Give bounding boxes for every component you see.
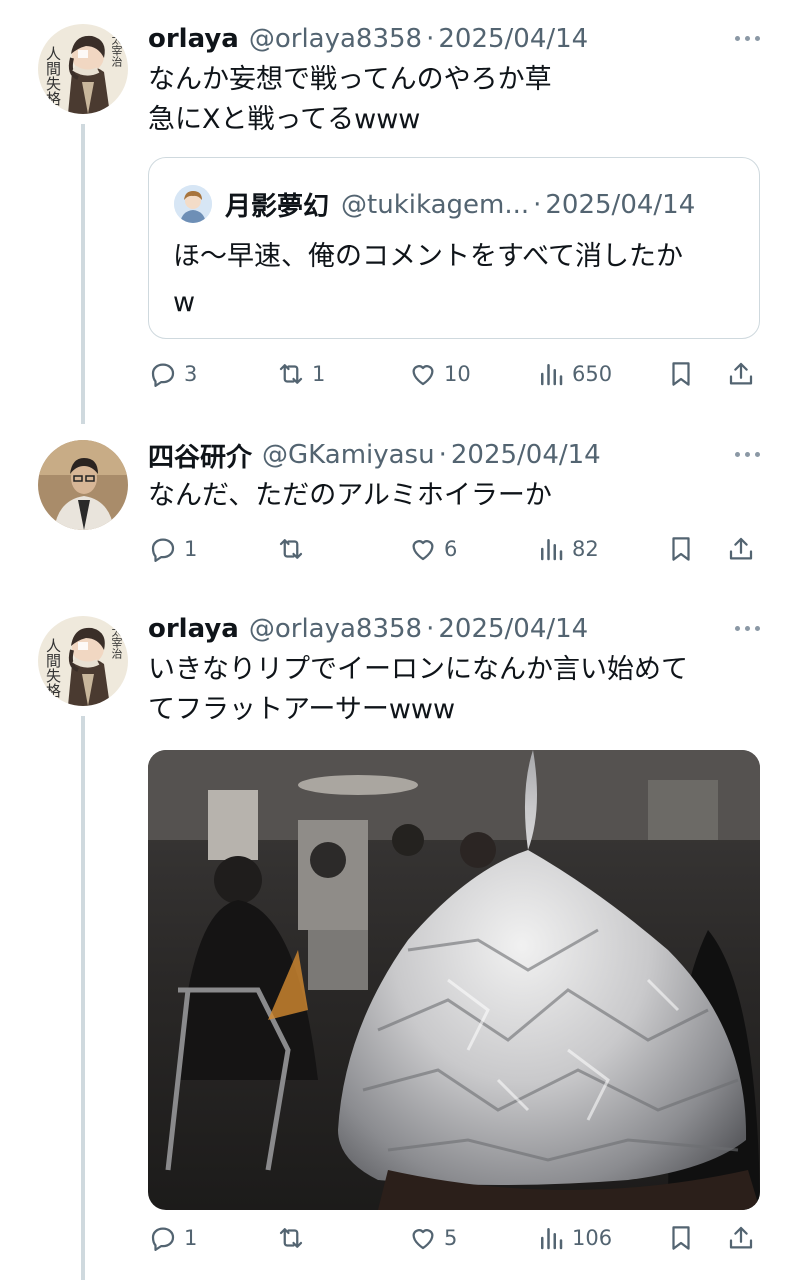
quoted-timestamp: 2025/04/14 bbox=[545, 189, 696, 220]
reply-count: 1 bbox=[184, 537, 198, 561]
share-icon bbox=[726, 359, 756, 389]
reply-count: 3 bbox=[184, 362, 198, 386]
tweet[interactable]: 人間失格 太宰治 orlaya @orlaya8358 · 2025/04/14… bbox=[0, 0, 802, 424]
avatar[interactable]: 人間失格 太宰治 bbox=[38, 24, 128, 114]
quoted-avatar bbox=[174, 185, 212, 223]
views-icon bbox=[536, 1223, 566, 1253]
action-bar: 1 5 106 bbox=[148, 1220, 768, 1256]
action-bar: 1 6 82 bbox=[148, 531, 768, 567]
tweet[interactable]: 四谷研介 @GKamiyasu · 2025/04/14 なんだ、ただのアルミホ… bbox=[0, 410, 802, 600]
separator: · bbox=[438, 440, 447, 470]
timestamp[interactable]: 2025/04/14 bbox=[438, 614, 588, 644]
tweet-header: orlaya @orlaya8358 · 2025/04/14 bbox=[148, 22, 588, 56]
foil-hat-photo bbox=[148, 750, 760, 1210]
thread-line bbox=[81, 716, 85, 1280]
bookmark-button[interactable] bbox=[666, 531, 696, 567]
tweet-text-line: なんか妄想で戦ってんのやろか草 bbox=[148, 64, 552, 95]
separator: · bbox=[426, 24, 435, 54]
tweet-text: なんだ、ただのアルミホイラーか bbox=[148, 476, 768, 516]
like-button[interactable]: 5 bbox=[408, 1220, 457, 1256]
views-button[interactable]: 82 bbox=[536, 531, 599, 567]
repost-icon bbox=[276, 359, 306, 389]
quoted-text-line: w bbox=[173, 287, 196, 318]
quoted-tweet[interactable]: 月影夢幻 @tukikagem... · 2025/04/14 ほ〜早速、俺のコ… bbox=[148, 157, 760, 339]
quoted-header: 月影夢幻 @tukikagem... · 2025/04/14 bbox=[225, 186, 695, 223]
display-name[interactable]: orlaya bbox=[148, 24, 239, 54]
repost-button[interactable]: 1 bbox=[276, 356, 325, 392]
handle[interactable]: @orlaya8358 bbox=[249, 24, 422, 54]
quoted-display-name: 月影夢幻 bbox=[225, 192, 330, 222]
reply-count: 1 bbox=[184, 1226, 198, 1250]
tweet-text: いきなりリプでイーロンになんか言い始めて てフラットアーサーwww bbox=[148, 650, 768, 730]
share-button[interactable] bbox=[726, 1220, 756, 1256]
avatar-text: 太宰治 bbox=[110, 34, 123, 67]
reply-button[interactable]: 3 bbox=[148, 356, 197, 392]
like-icon bbox=[408, 534, 438, 564]
quoted-handle: @tukikagem... bbox=[341, 189, 530, 220]
separator: · bbox=[533, 189, 542, 220]
bookmark-button[interactable] bbox=[666, 1220, 696, 1256]
reply-icon bbox=[148, 1223, 178, 1253]
repost-button[interactable] bbox=[276, 1220, 312, 1256]
like-icon bbox=[408, 359, 438, 389]
views-icon bbox=[536, 359, 566, 389]
like-count: 10 bbox=[444, 362, 471, 386]
display-name[interactable]: orlaya bbox=[148, 614, 239, 644]
bookmark-icon bbox=[666, 1223, 696, 1253]
like-button[interactable]: 6 bbox=[408, 531, 457, 567]
avatar-text: 人間失格 bbox=[44, 638, 62, 698]
like-button[interactable]: 10 bbox=[408, 356, 471, 392]
repost-icon bbox=[276, 534, 306, 564]
tweet-text-line: なんだ、ただのアルミホイラーか bbox=[148, 480, 552, 511]
tweet-text-line: いきなりリプでイーロンになんか言い始めて bbox=[148, 654, 688, 685]
share-button[interactable] bbox=[726, 356, 756, 392]
bookmark-button[interactable] bbox=[666, 356, 696, 392]
more-icon[interactable] bbox=[735, 452, 760, 457]
repost-button[interactable] bbox=[276, 531, 312, 567]
avatar-text: 人間失格 bbox=[44, 46, 62, 106]
tweet-text-line: てフラットアーサーwww bbox=[148, 694, 456, 725]
quoted-text: ほ〜早速、俺のコメントをすべて消したか w bbox=[173, 234, 733, 326]
tweet-header: orlaya @orlaya8358 · 2025/04/14 bbox=[148, 612, 588, 646]
quoted-text-line: ほ〜早速、俺のコメントをすべて消したか bbox=[173, 241, 684, 272]
views-count: 650 bbox=[572, 362, 613, 386]
bookmark-icon bbox=[666, 359, 696, 389]
avatar[interactable]: 人間失格 太宰治 bbox=[38, 616, 128, 706]
tweet-header: 四谷研介 @GKamiyasu · 2025/04/14 bbox=[148, 437, 601, 474]
separator: · bbox=[426, 614, 435, 644]
share-icon bbox=[726, 1223, 756, 1253]
views-icon bbox=[536, 534, 566, 564]
handle[interactable]: @orlaya8358 bbox=[249, 614, 422, 644]
repost-icon bbox=[276, 1223, 306, 1253]
repost-count: 1 bbox=[312, 362, 326, 386]
views-count: 106 bbox=[572, 1226, 613, 1250]
more-icon[interactable] bbox=[735, 626, 760, 631]
tweet-photo[interactable] bbox=[148, 750, 760, 1210]
views-count: 82 bbox=[572, 537, 599, 561]
reply-icon bbox=[148, 534, 178, 564]
like-count: 6 bbox=[444, 537, 458, 561]
reply-button[interactable]: 1 bbox=[148, 1220, 197, 1256]
like-count: 5 bbox=[444, 1226, 458, 1250]
bookmark-icon bbox=[666, 534, 696, 564]
action-bar: 3 1 10 650 bbox=[148, 356, 768, 392]
like-icon bbox=[408, 1223, 438, 1253]
share-icon bbox=[726, 534, 756, 564]
thread-line bbox=[81, 124, 85, 424]
display-name[interactable]: 四谷研介 bbox=[148, 437, 252, 474]
tweet-text-line: 急にXと戦ってるwww bbox=[148, 104, 421, 135]
views-button[interactable]: 106 bbox=[536, 1220, 612, 1256]
share-button[interactable] bbox=[726, 531, 756, 567]
reply-icon bbox=[148, 359, 178, 389]
views-button[interactable]: 650 bbox=[536, 356, 612, 392]
timestamp[interactable]: 2025/04/14 bbox=[438, 24, 588, 54]
reply-button[interactable]: 1 bbox=[148, 531, 197, 567]
more-icon[interactable] bbox=[735, 36, 760, 41]
timestamp[interactable]: 2025/04/14 bbox=[451, 440, 601, 470]
tweet-text: なんか妄想で戦ってんのやろか草 急にXと戦ってるwww bbox=[148, 60, 768, 140]
avatar-text: 太宰治 bbox=[110, 626, 123, 659]
handle[interactable]: @GKamiyasu bbox=[262, 440, 435, 470]
avatar[interactable] bbox=[38, 440, 128, 530]
